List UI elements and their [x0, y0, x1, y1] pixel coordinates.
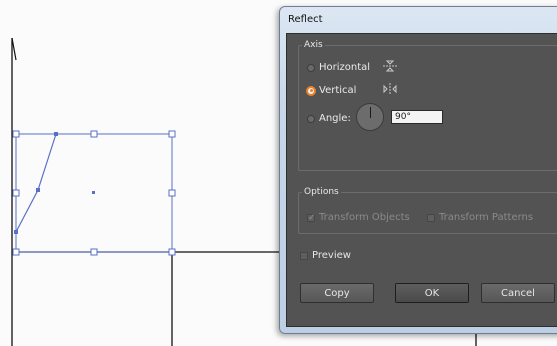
angle-radio[interactable]	[307, 114, 315, 123]
angle-input[interactable]: 90°	[391, 110, 443, 124]
reflect-horizontal-icon	[383, 60, 397, 72]
horizontal-radio[interactable]	[307, 63, 315, 72]
options-group-label: Options	[302, 187, 341, 197]
bbox-handle-bottom-right[interactable]	[168, 248, 176, 256]
anchor-point[interactable]	[36, 188, 40, 192]
vertical-radio[interactable]	[307, 86, 315, 95]
transform-objects-option[interactable]: ✓ Transform Objects	[307, 212, 410, 223]
anchor-point[interactable]	[14, 230, 18, 234]
bbox-handle-top-right[interactable]	[168, 130, 176, 138]
horizontal-label: Horizontal	[319, 62, 371, 73]
bbox-handle-middle-right[interactable]	[168, 189, 176, 197]
bbox-handle-bottom-center[interactable]	[90, 248, 98, 256]
dialog-title: Reflect	[288, 14, 323, 25]
bbox-handle-bottom-left[interactable]	[12, 248, 20, 256]
vertical-radio-option[interactable]: Vertical	[307, 85, 356, 96]
dialog-title-bar[interactable]: Reflect	[280, 7, 557, 33]
bbox-handle-top-left[interactable]	[12, 130, 20, 138]
bbox-center-point	[92, 191, 95, 194]
transform-patterns-checkbox[interactable]	[427, 213, 435, 222]
dialog-body: Axis Horizontal Vertical Angle: 90° Opti…	[286, 33, 557, 327]
preview-option[interactable]: Preview	[300, 250, 351, 261]
angle-radio-option[interactable]: Angle:	[307, 113, 351, 124]
vertical-label: Vertical	[319, 85, 357, 96]
transform-patterns-label: Transform Patterns	[439, 212, 534, 223]
transform-objects-label: Transform Objects	[319, 212, 410, 223]
selected-path[interactable]	[15, 133, 57, 233]
axis-group-label: Axis	[302, 40, 325, 50]
preview-label: Preview	[312, 250, 351, 261]
reflect-vertical-icon	[383, 83, 397, 95]
bbox-handle-middle-left[interactable]	[12, 189, 20, 197]
transform-patterns-option[interactable]: Transform Patterns	[427, 212, 533, 223]
angle-dial[interactable]	[356, 103, 384, 131]
bbox-handle-top-center[interactable]	[90, 130, 98, 138]
anchor-point[interactable]	[54, 132, 58, 136]
ok-button[interactable]: OK	[395, 283, 469, 303]
transform-objects-checkbox[interactable]: ✓	[307, 213, 316, 222]
angle-label: Angle:	[319, 113, 351, 124]
preview-checkbox[interactable]	[300, 251, 308, 260]
horizontal-radio-option[interactable]: Horizontal	[307, 62, 370, 73]
cancel-button[interactable]: Cancel	[481, 283, 555, 303]
copy-button[interactable]: Copy	[300, 283, 374, 303]
reflect-dialog: Reflect Axis Horizontal Vertical Angle:	[279, 6, 557, 334]
